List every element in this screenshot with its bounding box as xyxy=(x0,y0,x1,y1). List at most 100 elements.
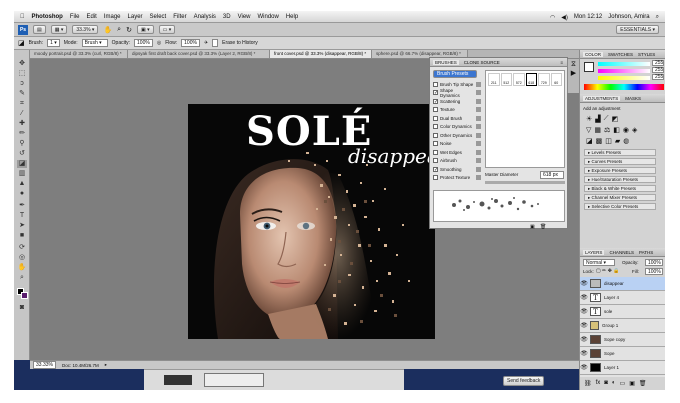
red-value-field[interactable]: 255 xyxy=(652,60,664,66)
lock-icon[interactable] xyxy=(476,149,481,155)
brush-option-row[interactable]: ✓ Shape Dynamics xyxy=(433,88,481,98)
brush-option-row[interactable]: Other Dynamics xyxy=(433,131,481,140)
background-color-swatch[interactable] xyxy=(21,292,28,299)
checkbox[interactable] xyxy=(433,141,438,147)
healing-tool-icon[interactable]: ✚ xyxy=(17,120,27,128)
lock-icon[interactable] xyxy=(476,132,481,138)
posterize-icon[interactable]: ▩ xyxy=(596,137,603,145)
brush-tip-grid[interactable]: 211 512 572 618 729 60 xyxy=(485,70,565,168)
visibility-eye-icon[interactable]: 👁 xyxy=(580,280,588,288)
gradient-tool-icon[interactable]: ▥ xyxy=(17,170,27,178)
new-layer-icon[interactable]: ▣ xyxy=(629,380,635,387)
brush-option-row[interactable]: Dual Brush xyxy=(433,114,481,123)
brush-tip[interactable]: 512 xyxy=(500,73,512,86)
menu-window[interactable]: Window xyxy=(258,14,279,20)
wifi-icon[interactable]: ◠ xyxy=(550,14,555,21)
rotate-view-icon[interactable]: ↻ xyxy=(126,26,132,34)
eyedropper-tool-icon[interactable]: ⁄ xyxy=(17,110,27,118)
blur-tool-icon[interactable]: ▲ xyxy=(17,180,27,188)
brightness-contrast-icon[interactable]: ☀ xyxy=(586,115,592,123)
menu-select[interactable]: Select xyxy=(150,14,167,20)
visibility-eye-icon[interactable]: 👁 xyxy=(580,322,588,330)
vibrance-icon[interactable]: ▽ xyxy=(586,126,591,134)
checkbox[interactable] xyxy=(433,175,438,181)
brush-presets-button[interactable]: Brush Presets xyxy=(433,70,477,78)
shape-tool-icon[interactable]: ■ xyxy=(17,232,27,240)
brush-option-row[interactable]: ✓ Scattering xyxy=(433,97,481,106)
zoom-tool-icon[interactable]: ⌕ xyxy=(117,26,121,34)
arrange-documents-button[interactable]: ▣ ▾ xyxy=(136,25,154,34)
master-diameter-field[interactable]: 618 px xyxy=(540,171,564,179)
menu-file[interactable]: File xyxy=(70,14,80,20)
master-diameter-slider[interactable] xyxy=(485,181,565,184)
color-balance-icon[interactable]: ⚖ xyxy=(604,126,610,134)
checkbox[interactable] xyxy=(433,124,438,130)
tab-layers[interactable]: LAYERS xyxy=(583,249,605,255)
user-name[interactable]: Johnson, Amira xyxy=(608,14,649,20)
menu-edit[interactable]: Edit xyxy=(87,14,97,20)
lock-icon[interactable] xyxy=(476,141,481,147)
tab-styles[interactable]: STYLES xyxy=(638,52,655,57)
history-brush-tool-icon[interactable]: ↺ xyxy=(17,150,27,158)
gradient-map-icon[interactable]: ▰ xyxy=(615,137,620,145)
layer-row[interactable]: 👁 Layer 1 xyxy=(580,361,665,375)
visibility-eye-icon[interactable]: 👁 xyxy=(580,336,588,344)
photo-filter-icon[interactable]: ◉ xyxy=(623,126,629,134)
actions-panel-icon[interactable]: ▶ xyxy=(568,69,579,77)
3d-rotate-tool-icon[interactable]: ⟳ xyxy=(17,244,27,252)
panel-menu-icon[interactable]: ≡ xyxy=(560,60,563,65)
screen-mode-button[interactable]: ▭ ▾ xyxy=(158,25,176,34)
fx-icon[interactable]: fx xyxy=(596,380,601,387)
color-spectrum-bar[interactable] xyxy=(584,84,664,90)
type-tool-icon[interactable]: T xyxy=(17,212,27,220)
layer-row[interactable]: 👁 Sope copy xyxy=(580,333,665,347)
checkbox[interactable] xyxy=(433,107,438,113)
adjustment-preset-item[interactable]: ▸ Hue/Saturation Presets xyxy=(584,176,656,183)
move-tool-icon[interactable]: ✥ xyxy=(17,60,27,68)
green-value-field[interactable]: 255 xyxy=(652,67,664,73)
invert-icon[interactable]: ◪ xyxy=(586,137,593,145)
tab-swatches[interactable]: SWATCHES xyxy=(608,52,633,57)
send-feedback-button[interactable]: Send feedback xyxy=(503,376,545,386)
adjustment-preset-item[interactable]: ▸ Channel Mixer Presets xyxy=(584,194,656,201)
pen-tool-icon[interactable]: ✒ xyxy=(17,202,27,210)
lasso-tool-icon[interactable]: ↄ xyxy=(17,80,27,88)
brush-size-field[interactable]: 1 ▾ xyxy=(47,39,60,47)
visibility-eye-icon[interactable]: 👁 xyxy=(580,350,588,358)
hue-saturation-icon[interactable]: ▦ xyxy=(594,126,601,134)
tab-adjustments[interactable]: ADJUSTMENTS xyxy=(583,95,621,101)
curves-icon[interactable]: ⟋ xyxy=(604,115,609,123)
layer-row[interactable]: 👁 Group 1 xyxy=(580,319,665,333)
visibility-eye-icon[interactable]: 👁 xyxy=(580,294,588,302)
checkbox-checked[interactable]: ✓ xyxy=(433,90,438,96)
tab-brushes[interactable]: BRUSHES xyxy=(433,59,459,65)
dodge-tool-icon[interactable]: ● xyxy=(17,190,27,198)
erase-to-history-checkbox[interactable] xyxy=(212,39,219,47)
layer-opacity-field[interactable]: 100% xyxy=(645,259,663,266)
add-mask-icon[interactable]: ◙ xyxy=(604,380,608,387)
mini-bridge-button[interactable]: ▦ ▾ xyxy=(50,25,68,34)
brush-tip[interactable]: 60 xyxy=(550,73,562,86)
brush-tip[interactable]: 572 xyxy=(513,73,525,86)
checkbox[interactable] xyxy=(433,81,438,87)
menu-filter[interactable]: Filter xyxy=(173,14,186,20)
lock-icon[interactable] xyxy=(476,175,481,181)
brush-option-row[interactable]: Wet Edges xyxy=(433,148,481,157)
document-canvas[interactable]: SOLÉ disappear xyxy=(188,104,435,339)
checkbox[interactable] xyxy=(433,149,438,155)
brush-option-row[interactable]: Noise xyxy=(433,140,481,149)
tab-color[interactable]: COLOR xyxy=(583,51,604,57)
menu-photoshop[interactable]: Photoshop xyxy=(32,14,63,20)
3d-orbit-tool-icon[interactable]: ◎ xyxy=(17,254,27,262)
lock-icon[interactable] xyxy=(476,90,481,96)
clock[interactable]: Mon 12:12 xyxy=(574,14,602,20)
brush-option-row[interactable]: ✓ Smoothing xyxy=(433,165,481,174)
opacity-field[interactable]: 100% xyxy=(134,39,153,47)
adjustment-preset-item[interactable]: ▸ Black & White Presets xyxy=(584,185,656,192)
menu-layer[interactable]: Layer xyxy=(128,14,143,20)
workspace-switcher[interactable]: ESSENTIALS ▾ xyxy=(616,25,659,34)
exposure-icon[interactable]: ◩ xyxy=(612,115,619,123)
brush-option-row[interactable]: Protect Texture xyxy=(433,174,481,183)
delete-layer-icon[interactable]: 🗑 xyxy=(639,380,647,387)
blue-slider[interactable] xyxy=(598,76,650,80)
